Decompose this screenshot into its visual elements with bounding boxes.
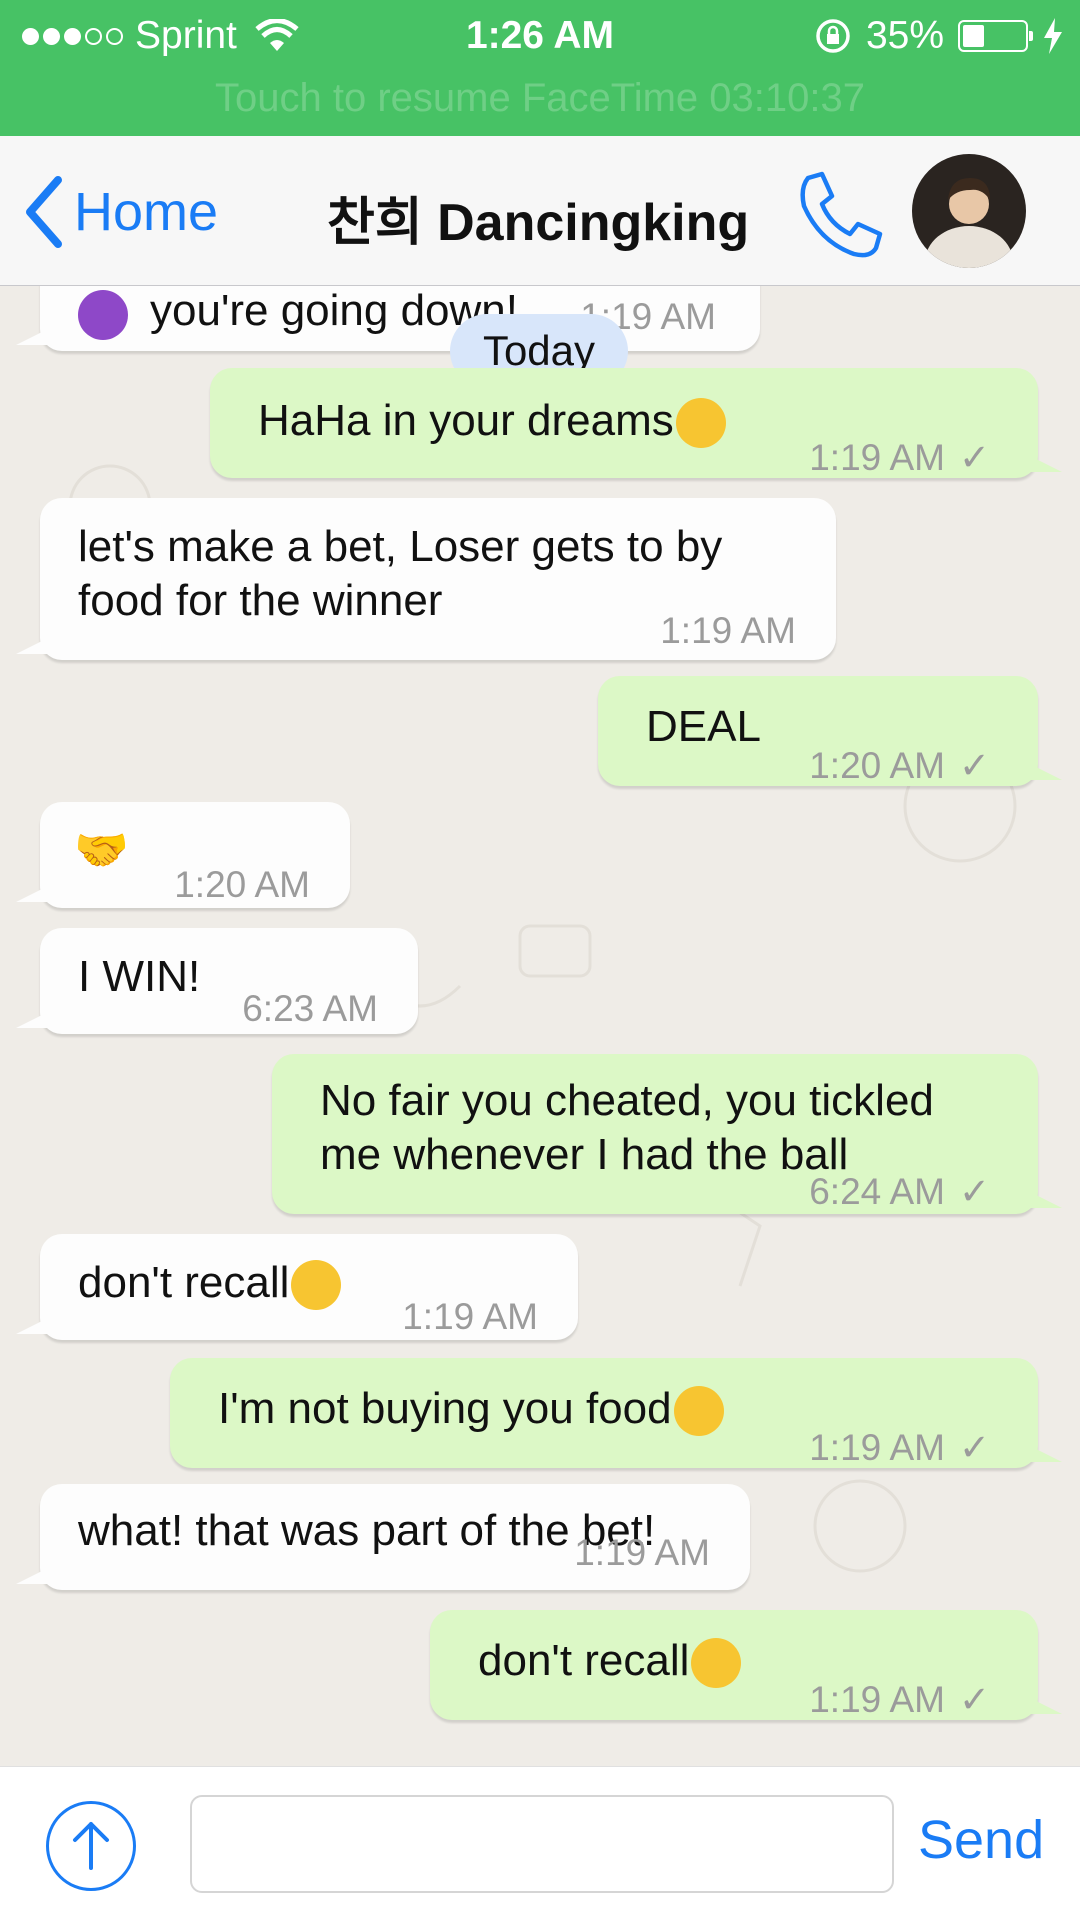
message-time: 1:19 AM xyxy=(574,1532,710,1573)
message-bubble-outgoing[interactable]: No fair you cheated, you tickled me when… xyxy=(272,1054,1062,1214)
back-button[interactable]: Home xyxy=(24,176,218,248)
sent-check-icon: ✓ xyxy=(958,1171,990,1212)
contact-avatar[interactable] xyxy=(912,154,1026,268)
message-bubble-incoming[interactable]: you're going down! 1:19 AM xyxy=(16,286,760,351)
message-bubble-outgoing[interactable]: DEAL 1:20 AM ✓ xyxy=(598,676,1062,786)
message-time: 6:24 AM ✓ xyxy=(809,1171,990,1212)
status-bar: Sprint 1:26 AM 35% Touch to resume FaceT… xyxy=(0,0,1080,136)
message-bubble-outgoing[interactable]: I'm not buying you food 1:19 AM ✓ xyxy=(170,1358,1062,1468)
send-button[interactable]: Send xyxy=(918,1809,1044,1871)
message-text: HaHa in your dreams xyxy=(258,394,726,449)
sent-check-icon: ✓ xyxy=(958,437,990,478)
call-button[interactable] xyxy=(790,166,890,266)
battery-icon xyxy=(958,20,1033,52)
message-input[interactable] xyxy=(190,1795,894,1893)
chat-title: 찬희 Dancingking xyxy=(327,194,750,252)
message-bubble-outgoing[interactable]: HaHa in your dreams 1:19 AM ✓ xyxy=(210,368,1062,478)
sent-check-icon: ✓ xyxy=(958,1427,990,1468)
message-time: 1:20 AM xyxy=(174,864,310,905)
message-bubble-incoming[interactable]: I WIN! 6:23 AM xyxy=(16,928,418,1034)
nav-bar: Home 찬희 Dancingking xyxy=(0,136,1080,286)
message-text: I WIN! xyxy=(78,952,201,1001)
message-text-line: food for the winner xyxy=(78,576,443,625)
charging-icon xyxy=(1044,18,1062,54)
message-text: DEAL xyxy=(646,702,761,751)
status-right: 35% xyxy=(814,14,1064,58)
status-row: Sprint 1:26 AM 35% xyxy=(0,10,1080,66)
message-text: don't recall xyxy=(78,1256,342,1311)
rotation-lock-icon xyxy=(816,19,850,53)
battery-percent: 35% xyxy=(865,14,944,57)
attach-button[interactable] xyxy=(46,1801,136,1891)
unamused-face-emoji xyxy=(673,1386,724,1437)
smiling-devil-emoji xyxy=(78,290,128,340)
message-time: 1:19 AM ✓ xyxy=(809,437,990,478)
message-text: I'm not buying you food xyxy=(218,1382,724,1437)
face-savoring-food-emoji xyxy=(291,1260,342,1311)
message-text: what! that was part of the bet! xyxy=(78,1506,656,1555)
sent-check-icon: ✓ xyxy=(958,745,990,786)
message-text-line: No fair you cheated, you tickled xyxy=(320,1076,934,1125)
message-bubble-outgoing[interactable]: don't recall 1:19 AM ✓ xyxy=(430,1610,1062,1720)
message-bubble-incoming[interactable]: what! that was part of the bet! 1:19 AM xyxy=(16,1484,750,1590)
back-label: Home xyxy=(74,182,219,242)
message-time: 6:23 AM xyxy=(242,988,378,1029)
smiling-face-emoji xyxy=(691,1638,742,1689)
message-bubble-incoming[interactable]: 🤝 1:20 AM xyxy=(16,802,350,908)
chevron-left-icon xyxy=(26,176,62,248)
message-time: 1:19 AM ✓ xyxy=(809,1427,990,1468)
message-time: 1:19 AM ✓ xyxy=(809,1679,990,1720)
message-text: don't recall xyxy=(478,1634,742,1689)
sent-check-icon: ✓ xyxy=(958,1679,990,1720)
message-bubble-incoming[interactable]: don't recall 1:19 AM xyxy=(16,1234,578,1340)
handshake-emoji: 🤝 xyxy=(74,826,129,875)
message-bubble-incoming[interactable]: let's make a bet, Loser gets to by food … xyxy=(16,498,836,660)
facetime-banner[interactable]: Touch to resume FaceTime 03:10:37 xyxy=(0,76,1080,121)
tears-of-joy-emoji xyxy=(675,398,726,449)
message-text-line: let's make a bet, Loser gets to by xyxy=(78,522,723,571)
message-input-bar: Send xyxy=(0,1766,1080,1921)
message-time: 1:19 AM xyxy=(402,1296,538,1337)
chat-area[interactable]: you're going down! 1:19 AM Today HaHa in… xyxy=(0,286,1080,1766)
message-time: 1:19 AM xyxy=(660,610,796,651)
message-text-line: me whenever I had the ball xyxy=(320,1130,849,1179)
phone-icon xyxy=(800,171,883,258)
message-time: 1:20 AM ✓ xyxy=(809,745,990,786)
arrow-up-icon xyxy=(73,1822,109,1870)
